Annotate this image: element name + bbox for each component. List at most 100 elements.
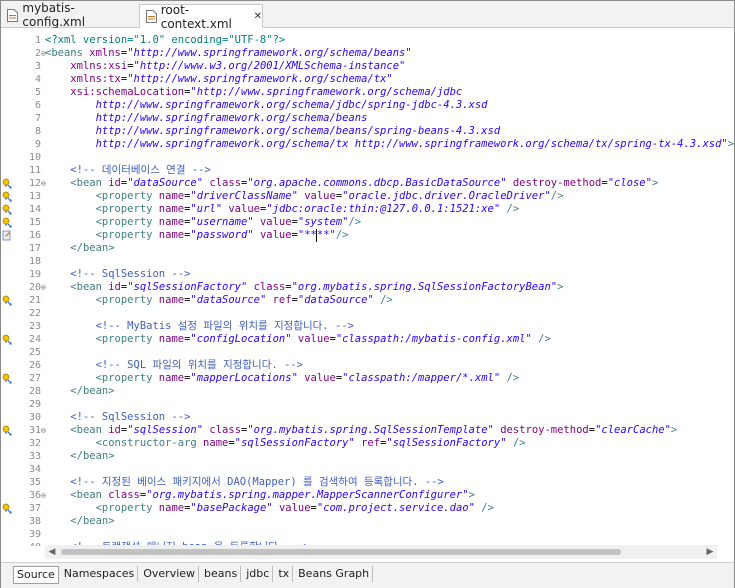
line-number: 15 xyxy=(28,217,41,228)
code-line[interactable]: 10 xyxy=(1,151,734,164)
code-line[interactable]: 9 http://www.springframework.org/schema/… xyxy=(1,138,734,151)
line-number: 18 xyxy=(28,256,41,267)
code-token: class xyxy=(209,177,242,189)
code-line[interactable]: 35 <!-- 지정된 베이스 패키지에서 DAO(Mapper) 를 검색하여… xyxy=(1,476,734,489)
code-line[interactable]: 5 xsi:schemaLocation="http://www.springf… xyxy=(1,86,734,99)
code-token: "dataSource" xyxy=(190,294,267,306)
code-line[interactable]: 34 xyxy=(1,463,734,476)
page-tab-beans[interactable]: beans xyxy=(201,566,242,582)
code-text: xsi:schemaLocation="http://www.springfra… xyxy=(45,86,462,99)
code-line[interactable]: 36 ⊖ <bean class="org.mybatis.spring.mapp… xyxy=(1,489,734,502)
code-line[interactable]: 31 ⊖ <bean id="sqlSession" class="org.myb… xyxy=(1,424,734,437)
code-line[interactable]: 28 </bean> xyxy=(1,385,734,398)
code-token: <bean xyxy=(70,489,109,501)
code-line[interactable]: 24 <property name="configLocation" value… xyxy=(1,333,734,346)
page-tab-tx[interactable]: tx xyxy=(275,566,294,582)
code-line[interactable]: 21 <property name="dataSource" ref="data… xyxy=(1,294,734,307)
line-number: 28 xyxy=(28,386,41,397)
code-line[interactable]: 18 xyxy=(1,255,734,268)
code-token: "mapperLocations" xyxy=(190,372,298,384)
code-line[interactable]: 20 ⊖ <bean id="sqlSessionFactory" class="… xyxy=(1,281,734,294)
close-icon[interactable]: ✕ xyxy=(254,11,262,22)
code-token: </bean> xyxy=(70,385,115,397)
scroll-right-icon[interactable]: ▶ xyxy=(703,545,717,559)
code-line[interactable]: 1 <?xml version="1.0" encoding="UTF-8"?> xyxy=(1,34,734,47)
code-text: <!-- 지정된 베이스 패키지에서 DAO(Mapper) 를 검색하여 등록… xyxy=(45,476,444,489)
page-tab-overview[interactable]: Overview xyxy=(140,566,200,582)
code-text: </bean> xyxy=(45,515,114,528)
code-line[interactable]: 22 xyxy=(1,307,734,320)
line-number: 21 xyxy=(28,295,41,306)
code-token: destroy-method xyxy=(512,177,602,189)
code-token: value xyxy=(259,229,292,241)
code-line[interactable]: 19 <!-- SqlSession --> xyxy=(1,268,734,281)
tab-mybatis-config[interactable]: mybatis-config.xml xyxy=(1,1,131,29)
code-line[interactable]: 25 xyxy=(1,346,734,359)
page-tab-jdbc[interactable]: jdbc xyxy=(243,566,274,582)
page-tab-namespaces[interactable]: Namespaces xyxy=(61,566,139,582)
code-line[interactable]: 23 <!-- MyBatis 설정 파일의 위치를 지정합니다. --> xyxy=(1,320,734,333)
code-line[interactable]: 8 http://www.springframework.org/schema/… xyxy=(1,125,734,138)
scrollbar-thumb[interactable] xyxy=(61,549,621,555)
scroll-left-icon[interactable]: ◀ xyxy=(45,545,59,559)
code-token: /> xyxy=(550,190,564,202)
code-token: "sqlSessionFactory" xyxy=(234,437,355,449)
code-token: http://www.springframework.org/schema/be… xyxy=(45,112,368,124)
code-token: <beans xyxy=(45,47,90,59)
code-line[interactable]: 37 <property name="basePackage" value="c… xyxy=(1,502,734,515)
horizontal-scrollbar[interactable]: ◀ ▶ xyxy=(45,545,717,559)
code-text: <property name="basePackage" value="com.… xyxy=(45,502,494,515)
code-line[interactable]: 13 <property name="driverClassName" valu… xyxy=(1,190,734,203)
code-line[interactable]: 30 <!-- SqlSession --> xyxy=(1,411,734,424)
code-token: name xyxy=(203,437,229,449)
code-token: class xyxy=(253,281,286,293)
editor-page-tabs: Source Namespaces Overview beans jdbc tx Beans… xyxy=(1,562,734,588)
line-number: 5 xyxy=(34,87,41,98)
code-line[interactable]: 2 ⊖ <beans xmlns="http://www.springframewo… xyxy=(1,47,734,60)
code-token: "org.apache.commons.dbcp.BasicDataSource… xyxy=(247,177,507,189)
code-token: id xyxy=(108,424,121,436)
code-token: "http://www.springframework.org/schema/b… xyxy=(127,47,412,59)
line-number: 11 xyxy=(28,165,41,176)
code-line[interactable]: 26 <!-- SQL 파일의 위치를 지정합니다. --> xyxy=(1,359,734,372)
page-tab-beans-graph[interactable]: Beans Graph xyxy=(295,566,374,582)
code-line[interactable]: 38 </bean> xyxy=(1,515,734,528)
source-editor[interactable]: 1 <?xml version="1.0" encoding="UTF-8"?> 2… xyxy=(1,28,734,546)
line-number: 20 xyxy=(28,282,41,293)
code-line[interactable]: 27 <property name="mapperLocations" valu… xyxy=(1,372,734,385)
code-line[interactable]: 11 <!-- 데이터베이스 연결 --> xyxy=(1,164,734,177)
code-line[interactable]: 12 ⊖ <bean id="dataSource" class="org.apa… xyxy=(1,177,734,190)
code-line[interactable]: 32 <constructor-arg name="sqlSessionFact… xyxy=(1,437,734,450)
code-line[interactable]: 4 xmlns:tx="http://www.springframework.o… xyxy=(1,73,734,86)
code-line[interactable]: 7 http://www.springframework.org/schema/… xyxy=(1,112,734,125)
line-number: 2 xyxy=(34,48,41,59)
code-token: "oracle.jdbc.driver.OracleDriver" xyxy=(342,190,551,202)
code-line[interactable]: 14 <property name="url" value="jdbc:orac… xyxy=(1,203,734,216)
code-token: xmlns:xsi xyxy=(70,60,128,72)
code-token: "dataSource" xyxy=(297,294,374,306)
code-line[interactable]: 17 </bean> xyxy=(1,242,734,255)
code-token: "dataSource" xyxy=(127,177,204,189)
code-token: <constructor-arg xyxy=(95,437,204,449)
line-number: 38 xyxy=(28,516,41,527)
code-line[interactable]: 15 <property name="username" value="syst… xyxy=(1,216,734,229)
code-line[interactable]: 29 xyxy=(1,398,734,411)
line-number: 7 xyxy=(34,113,41,124)
tab-root-context[interactable]: root-context.xml ✕ xyxy=(139,3,263,31)
code-token: </bean> xyxy=(70,450,115,462)
code-line[interactable]: 16 <property name="password" value="****… xyxy=(1,229,734,242)
code-line[interactable]: 3 xmlns:xsi="http://www.w3.org/2001/XMLS… xyxy=(1,60,734,73)
code-line[interactable]: 39 xyxy=(1,528,734,541)
code-token: /> xyxy=(506,372,520,384)
code-line[interactable]: 6 http://www.springframework.org/schema/… xyxy=(1,99,734,112)
page-tab-source[interactable]: Source xyxy=(13,566,59,584)
code-token: ref xyxy=(361,437,381,449)
code-token: "sqlSessionFactory" xyxy=(386,437,507,449)
code-line[interactable]: 33 </bean> xyxy=(1,450,734,463)
